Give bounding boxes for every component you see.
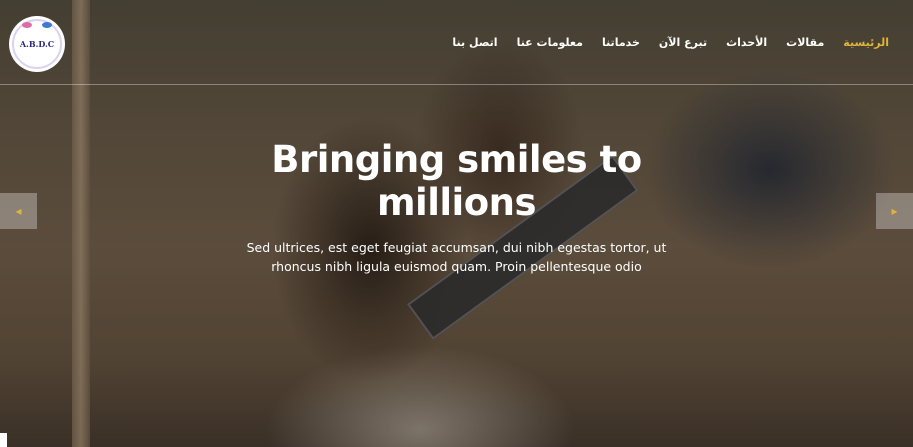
navbar: A.B.D.C الرئيسية مقالات الأحداث تبرع الآ… <box>0 0 913 85</box>
slider-next-button[interactable]: ▸ <box>876 193 913 229</box>
corner-tab <box>0 433 7 447</box>
chevron-right-icon: ▸ <box>891 204 898 218</box>
nav-item-events[interactable]: الأحداث <box>726 36 767 49</box>
logo-ring <box>12 19 62 69</box>
nav-item-articles[interactable]: مقالات <box>786 36 824 49</box>
site-logo[interactable]: A.B.D.C <box>9 16 65 72</box>
nav-item-contact[interactable]: اتصل بنا <box>452 36 497 49</box>
logo-bird-icon <box>22 22 32 28</box>
chevron-left-icon: ◂ <box>15 204 22 218</box>
hero-slider: A.B.D.C الرئيسية مقالات الأحداث تبرع الآ… <box>0 0 913 447</box>
nav-item-donate[interactable]: تبرع الآن <box>659 36 707 49</box>
nav-item-services[interactable]: خدماتنا <box>602 36 640 49</box>
slider-prev-button[interactable]: ◂ <box>0 193 37 229</box>
nav-item-about[interactable]: معلومات عنا <box>517 36 583 49</box>
hero-title: Bringing smiles to millions <box>271 138 642 224</box>
hero-subtitle: Sed ultrices, est eget feugiat accumsan,… <box>246 240 667 274</box>
nav-item-home[interactable]: الرئيسية <box>843 36 889 49</box>
hero-content: Bringing smiles to millions Sed ultrices… <box>0 138 913 276</box>
main-menu: الرئيسية مقالات الأحداث تبرع الآن خدماتن… <box>452 36 889 49</box>
logo-bird-icon <box>42 22 52 28</box>
